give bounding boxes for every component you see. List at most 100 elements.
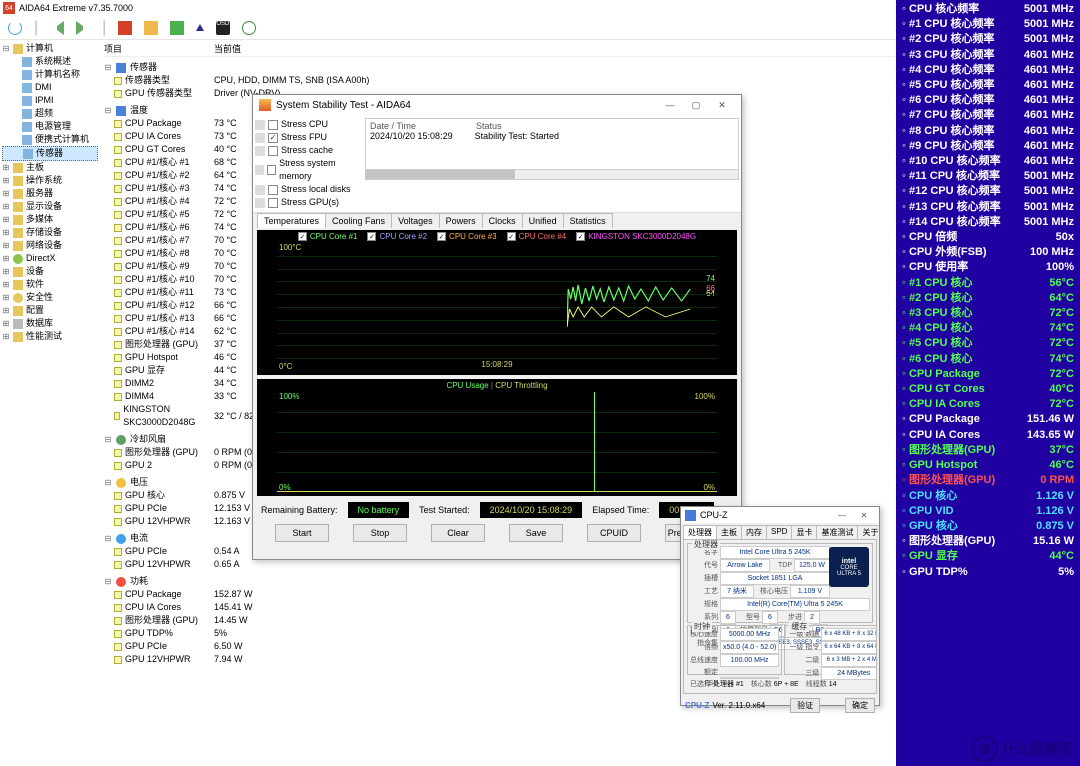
arrow-icon[interactable] [196, 24, 204, 31]
group-sensor[interactable]: ⊟传感器 [104, 61, 896, 74]
hdr-value[interactable]: 当前值 [214, 42, 896, 55]
stress-check-stress-local-disks[interactable]: Stress local disks [255, 183, 361, 196]
close-button[interactable]: ✕ [709, 97, 735, 113]
cpuz-tab-1[interactable]: 主板 [716, 525, 742, 539]
tree-item-配置[interactable]: ⊞配置 [2, 304, 98, 317]
tree-item-数据库[interactable]: ⊞数据库 [2, 317, 98, 330]
aida64-titlebar[interactable]: 64 AIDA64 Extreme v7.35.7000 [0, 0, 896, 16]
osd-row: ◦ CPU Package151.46 W [902, 412, 1074, 427]
sst-log[interactable]: Date / TimeStatus 2024/10/20 15:08:29Sta… [365, 118, 739, 180]
sst-tab-unified[interactable]: Unified [522, 213, 564, 228]
checkbox-icon[interactable] [268, 185, 278, 195]
save-button[interactable]: Save [509, 524, 563, 542]
tree-item-设备[interactable]: ⊞设备 [2, 265, 98, 278]
legend-item[interactable]: CPU Core #2 [367, 232, 427, 241]
checkbox-icon[interactable] [268, 120, 278, 130]
cpuz-tab-4[interactable]: 显卡 [791, 525, 817, 539]
cpuz-close-button[interactable]: ✕ [853, 509, 875, 522]
tree-item-操作系统[interactable]: ⊞操作系统 [2, 174, 98, 187]
checkbox-icon[interactable] [437, 232, 446, 241]
cpuz-minimize-button[interactable]: — [831, 509, 853, 522]
square-icon [255, 133, 265, 143]
tree-item-便携式计算机[interactable]: 便携式计算机 [2, 133, 98, 146]
tree-item-存储设备[interactable]: ⊞存储设备 [2, 226, 98, 239]
stress-check-stress-cache[interactable]: Stress cache [255, 144, 361, 157]
clear-button[interactable]: Clear [431, 524, 485, 542]
tree-computer[interactable]: ⊟计算机 [2, 42, 98, 55]
tree-item-显示设备[interactable]: ⊞显示设备 [2, 200, 98, 213]
stress-check-stress-cpu[interactable]: Stress CPU [255, 118, 361, 131]
tree-item-计算机名称[interactable]: 计算机名称 [2, 68, 98, 81]
leaf-icon [22, 96, 32, 106]
stress-check-stress-gpu(s)[interactable]: Stress GPU(s) [255, 196, 361, 209]
tree-item-电源管理[interactable]: 电源管理 [2, 120, 98, 133]
row-sensor-type[interactable]: 传感器类型CPU, HDD, DIMM TS, SNB (ISA A00h) [104, 74, 896, 87]
minimize-button[interactable]: — [657, 97, 683, 113]
validate-button[interactable]: 验证 [790, 698, 820, 713]
legend-item[interactable]: CPU Core #3 [437, 232, 497, 241]
tree-item-网络设备[interactable]: ⊞网络设备 [2, 239, 98, 252]
refresh-icon[interactable] [8, 21, 22, 35]
stop-button[interactable]: Stop [353, 524, 407, 542]
checkbox-icon[interactable] [267, 165, 276, 175]
tree-item-超频[interactable]: 超频 [2, 107, 98, 120]
legend-item[interactable]: KINGSTON SKC3000D2048G [576, 232, 696, 241]
cpuz-tab-0[interactable]: 处理器 [683, 525, 717, 539]
hdr-item[interactable]: 项目 [104, 42, 214, 55]
legend-item[interactable]: CPU Core #4 [507, 232, 567, 241]
checkbox-icon[interactable] [268, 198, 278, 208]
toolbar-sep-2: | [102, 19, 106, 37]
sst-titlebar[interactable]: System Stability Test - AIDA64 — ▢ ✕ [253, 95, 741, 115]
report-icon[interactable] [118, 21, 132, 35]
back-icon[interactable] [50, 21, 64, 35]
log-scrollbar[interactable] [366, 169, 738, 179]
aida64-tree[interactable]: ⊟计算机 系统概述计算机名称DMIIPMI超频电源管理便携式计算机传感器 ⊞主板… [0, 40, 100, 766]
cpuz-tab-6[interactable]: 关于 [857, 525, 879, 539]
checkbox-icon[interactable] [268, 146, 278, 156]
cpuid-button[interactable]: CPUID [587, 524, 641, 542]
sst-tab-statistics[interactable]: Statistics [563, 213, 613, 228]
sst-tab-voltages[interactable]: Voltages [391, 213, 440, 228]
tree-item-安全性[interactable]: ⊞安全性 [2, 291, 98, 304]
tree-item-DirectX[interactable]: ⊞DirectX [2, 252, 98, 265]
sst-tab-powers[interactable]: Powers [439, 213, 483, 228]
stress-check-stress-system-memory[interactable]: Stress system memory [255, 157, 361, 183]
monitor-icon[interactable] [170, 21, 184, 35]
cpuz-tab-5[interactable]: 基准测试 [816, 525, 858, 539]
checkbox-icon[interactable] [576, 232, 585, 241]
osd-icon[interactable]: OSD [216, 21, 230, 35]
tree-item-系统概述[interactable]: 系统概述 [2, 55, 98, 68]
checkbox-icon[interactable] [298, 232, 307, 241]
sensor-leaf-icon [114, 393, 122, 401]
checkbox-icon[interactable] [268, 133, 278, 143]
flame-icon[interactable] [144, 21, 158, 35]
osd-row: ◦ #1 CPU 核心频率5001 MHz [902, 17, 1074, 32]
checkbox-icon[interactable] [367, 232, 376, 241]
start-button[interactable]: Start [275, 524, 329, 542]
stress-check-stress-fpu[interactable]: Stress FPU [255, 131, 361, 144]
legend-item[interactable]: CPU Core #1 [298, 232, 358, 241]
cpuz-tab-2[interactable]: 内存 [741, 525, 767, 539]
sst-tab-temperatures[interactable]: Temperatures [257, 213, 326, 228]
cpuz-tab-3[interactable]: SPD [766, 525, 792, 539]
sst-tab-cooling fans[interactable]: Cooling Fans [325, 213, 392, 228]
folder-icon [13, 267, 23, 277]
ok-button[interactable]: 确定 [845, 698, 875, 713]
tree-item-IPMI[interactable]: IPMI [2, 94, 98, 107]
stability-test-window[interactable]: System Stability Test - AIDA64 — ▢ ✕ Str… [252, 94, 742, 560]
prefs-icon[interactable] [242, 21, 256, 35]
cpuz-window[interactable]: CPU-Z — ✕ 处理器主板内存SPD显卡基准测试关于 处理器 intel C… [680, 506, 880, 706]
checkbox-icon[interactable] [507, 232, 516, 241]
tree-item-传感器[interactable]: 传感器 [2, 146, 98, 161]
tree-item-多媒体[interactable]: ⊞多媒体 [2, 213, 98, 226]
tree-item-软件[interactable]: ⊞软件 [2, 278, 98, 291]
maximize-button[interactable]: ▢ [683, 97, 709, 113]
tree-item-服务器[interactable]: ⊞服务器 [2, 187, 98, 200]
cpuz-titlebar[interactable]: CPU-Z — ✕ [681, 507, 879, 523]
forward-icon[interactable] [76, 21, 90, 35]
sst-tab-clocks[interactable]: Clocks [482, 213, 523, 228]
tree-item-性能测试[interactable]: ⊞性能测试 [2, 330, 98, 343]
tree-item-DMI[interactable]: DMI [2, 81, 98, 94]
osd-row: ◦ #10 CPU 核心频率4601 MHz [902, 154, 1074, 169]
tree-item-主板[interactable]: ⊞主板 [2, 161, 98, 174]
